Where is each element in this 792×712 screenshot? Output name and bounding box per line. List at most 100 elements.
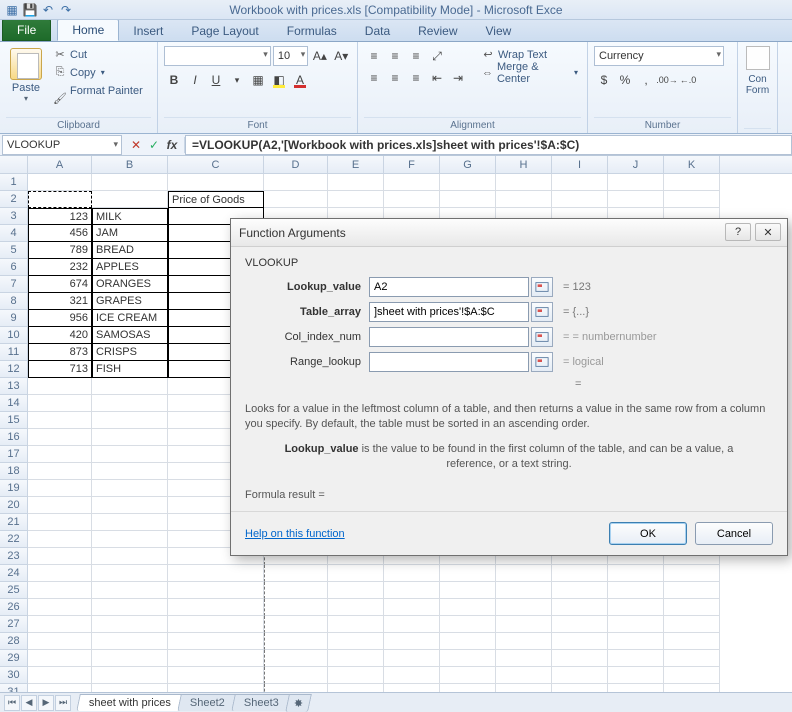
- cell[interactable]: [168, 667, 264, 684]
- col-header-I[interactable]: I: [552, 156, 608, 173]
- tab-review[interactable]: Review: [404, 21, 471, 41]
- cell[interactable]: [664, 633, 720, 650]
- cell[interactable]: [328, 174, 384, 191]
- cell[interactable]: [496, 650, 552, 667]
- cell[interactable]: [552, 650, 608, 667]
- cell[interactable]: [384, 191, 440, 208]
- cell[interactable]: [664, 174, 720, 191]
- cell[interactable]: [92, 616, 168, 633]
- col-header-E[interactable]: E: [328, 156, 384, 173]
- cell[interactable]: [384, 599, 440, 616]
- row-header[interactable]: 7: [0, 276, 28, 293]
- row-header[interactable]: 24: [0, 565, 28, 582]
- help-link[interactable]: Help on this function: [245, 528, 345, 540]
- cell[interactable]: [608, 174, 664, 191]
- underline-button[interactable]: U: [206, 70, 226, 90]
- cancel-button[interactable]: Cancel: [695, 522, 773, 545]
- cell[interactable]: [664, 565, 720, 582]
- cell[interactable]: [552, 599, 608, 616]
- cell[interactable]: [28, 582, 92, 599]
- cell[interactable]: [92, 531, 168, 548]
- fill-color-button[interactable]: ◧: [269, 70, 289, 90]
- cell[interactable]: [28, 191, 92, 208]
- cell[interactable]: [28, 497, 92, 514]
- cell[interactable]: [264, 565, 328, 582]
- cell[interactable]: [384, 633, 440, 650]
- cell[interactable]: [92, 633, 168, 650]
- cell[interactable]: [440, 599, 496, 616]
- sheet-nav-prev-icon[interactable]: ◀: [21, 695, 37, 711]
- cell[interactable]: [28, 565, 92, 582]
- row-header[interactable]: 28: [0, 633, 28, 650]
- cell[interactable]: [608, 650, 664, 667]
- arg-input-range-lookup[interactable]: [369, 352, 529, 372]
- cell[interactable]: [168, 650, 264, 667]
- paste-button[interactable]: Paste ▾: [6, 46, 46, 105]
- cell[interactable]: [28, 599, 92, 616]
- row-header[interactable]: 14: [0, 395, 28, 412]
- range-selector-icon[interactable]: [531, 277, 553, 297]
- cell[interactable]: [552, 667, 608, 684]
- align-left-icon[interactable]: ≡: [364, 68, 384, 88]
- sheet-nav-first-icon[interactable]: ⏮: [4, 695, 20, 711]
- italic-button[interactable]: I: [185, 70, 205, 90]
- row-header[interactable]: 31: [0, 684, 28, 692]
- cell[interactable]: [552, 616, 608, 633]
- col-header-A[interactable]: A: [28, 156, 92, 173]
- cell[interactable]: [664, 582, 720, 599]
- arg-input-lookup-value[interactable]: [369, 277, 529, 297]
- cell[interactable]: [440, 633, 496, 650]
- cell[interactable]: [28, 446, 92, 463]
- align-middle-icon[interactable]: ≡: [385, 46, 405, 66]
- increase-indent-icon[interactable]: ⇥: [448, 68, 468, 88]
- row-header[interactable]: 3: [0, 208, 28, 225]
- decrease-decimal-icon[interactable]: ←.0: [678, 70, 698, 90]
- sheet-tab-3[interactable]: Sheet3: [231, 694, 291, 711]
- row-header[interactable]: 2: [0, 191, 28, 208]
- cell[interactable]: [168, 684, 264, 692]
- tab-home[interactable]: Home: [57, 19, 119, 41]
- comma-format-icon[interactable]: ,: [636, 70, 656, 90]
- cell[interactable]: [496, 582, 552, 599]
- tab-data[interactable]: Data: [351, 21, 404, 41]
- cell[interactable]: APPLES: [92, 259, 168, 276]
- row-header[interactable]: 23: [0, 548, 28, 565]
- row-header[interactable]: 10: [0, 327, 28, 344]
- cell[interactable]: [28, 412, 92, 429]
- cell[interactable]: [92, 599, 168, 616]
- formula-input[interactable]: =VLOOKUP(A2,'[Workbook with prices.xls]s…: [185, 135, 792, 155]
- cell[interactable]: [92, 174, 168, 191]
- row-header[interactable]: 27: [0, 616, 28, 633]
- grow-font-icon[interactable]: A▴: [310, 46, 329, 66]
- cell[interactable]: 321: [28, 293, 92, 310]
- sheet-nav-last-icon[interactable]: ⏭: [55, 695, 71, 711]
- cell[interactable]: [28, 633, 92, 650]
- cell[interactable]: [328, 582, 384, 599]
- cell[interactable]: [92, 412, 168, 429]
- cell[interactable]: [92, 378, 168, 395]
- arg-input-table-array[interactable]: [369, 302, 529, 322]
- cell[interactable]: [92, 446, 168, 463]
- cell[interactable]: 873: [28, 344, 92, 361]
- cell[interactable]: [608, 582, 664, 599]
- shrink-font-icon[interactable]: A▾: [332, 46, 351, 66]
- cell[interactable]: [664, 650, 720, 667]
- sheet-tab-2[interactable]: Sheet2: [177, 694, 237, 711]
- range-selector-icon[interactable]: [531, 352, 553, 372]
- cell[interactable]: [328, 599, 384, 616]
- cell[interactable]: [264, 191, 328, 208]
- accounting-format-icon[interactable]: $: [594, 70, 614, 90]
- cell[interactable]: [264, 667, 328, 684]
- cell[interactable]: [92, 463, 168, 480]
- col-header-C[interactable]: C: [168, 156, 264, 173]
- cell[interactable]: [552, 633, 608, 650]
- borders-button[interactable]: ▦: [248, 70, 268, 90]
- cell[interactable]: [92, 650, 168, 667]
- cell[interactable]: [664, 599, 720, 616]
- sheet-nav-next-icon[interactable]: ▶: [38, 695, 54, 711]
- cell[interactable]: [496, 684, 552, 692]
- cell[interactable]: [28, 378, 92, 395]
- cell[interactable]: [92, 497, 168, 514]
- cell[interactable]: [264, 599, 328, 616]
- cell[interactable]: [552, 565, 608, 582]
